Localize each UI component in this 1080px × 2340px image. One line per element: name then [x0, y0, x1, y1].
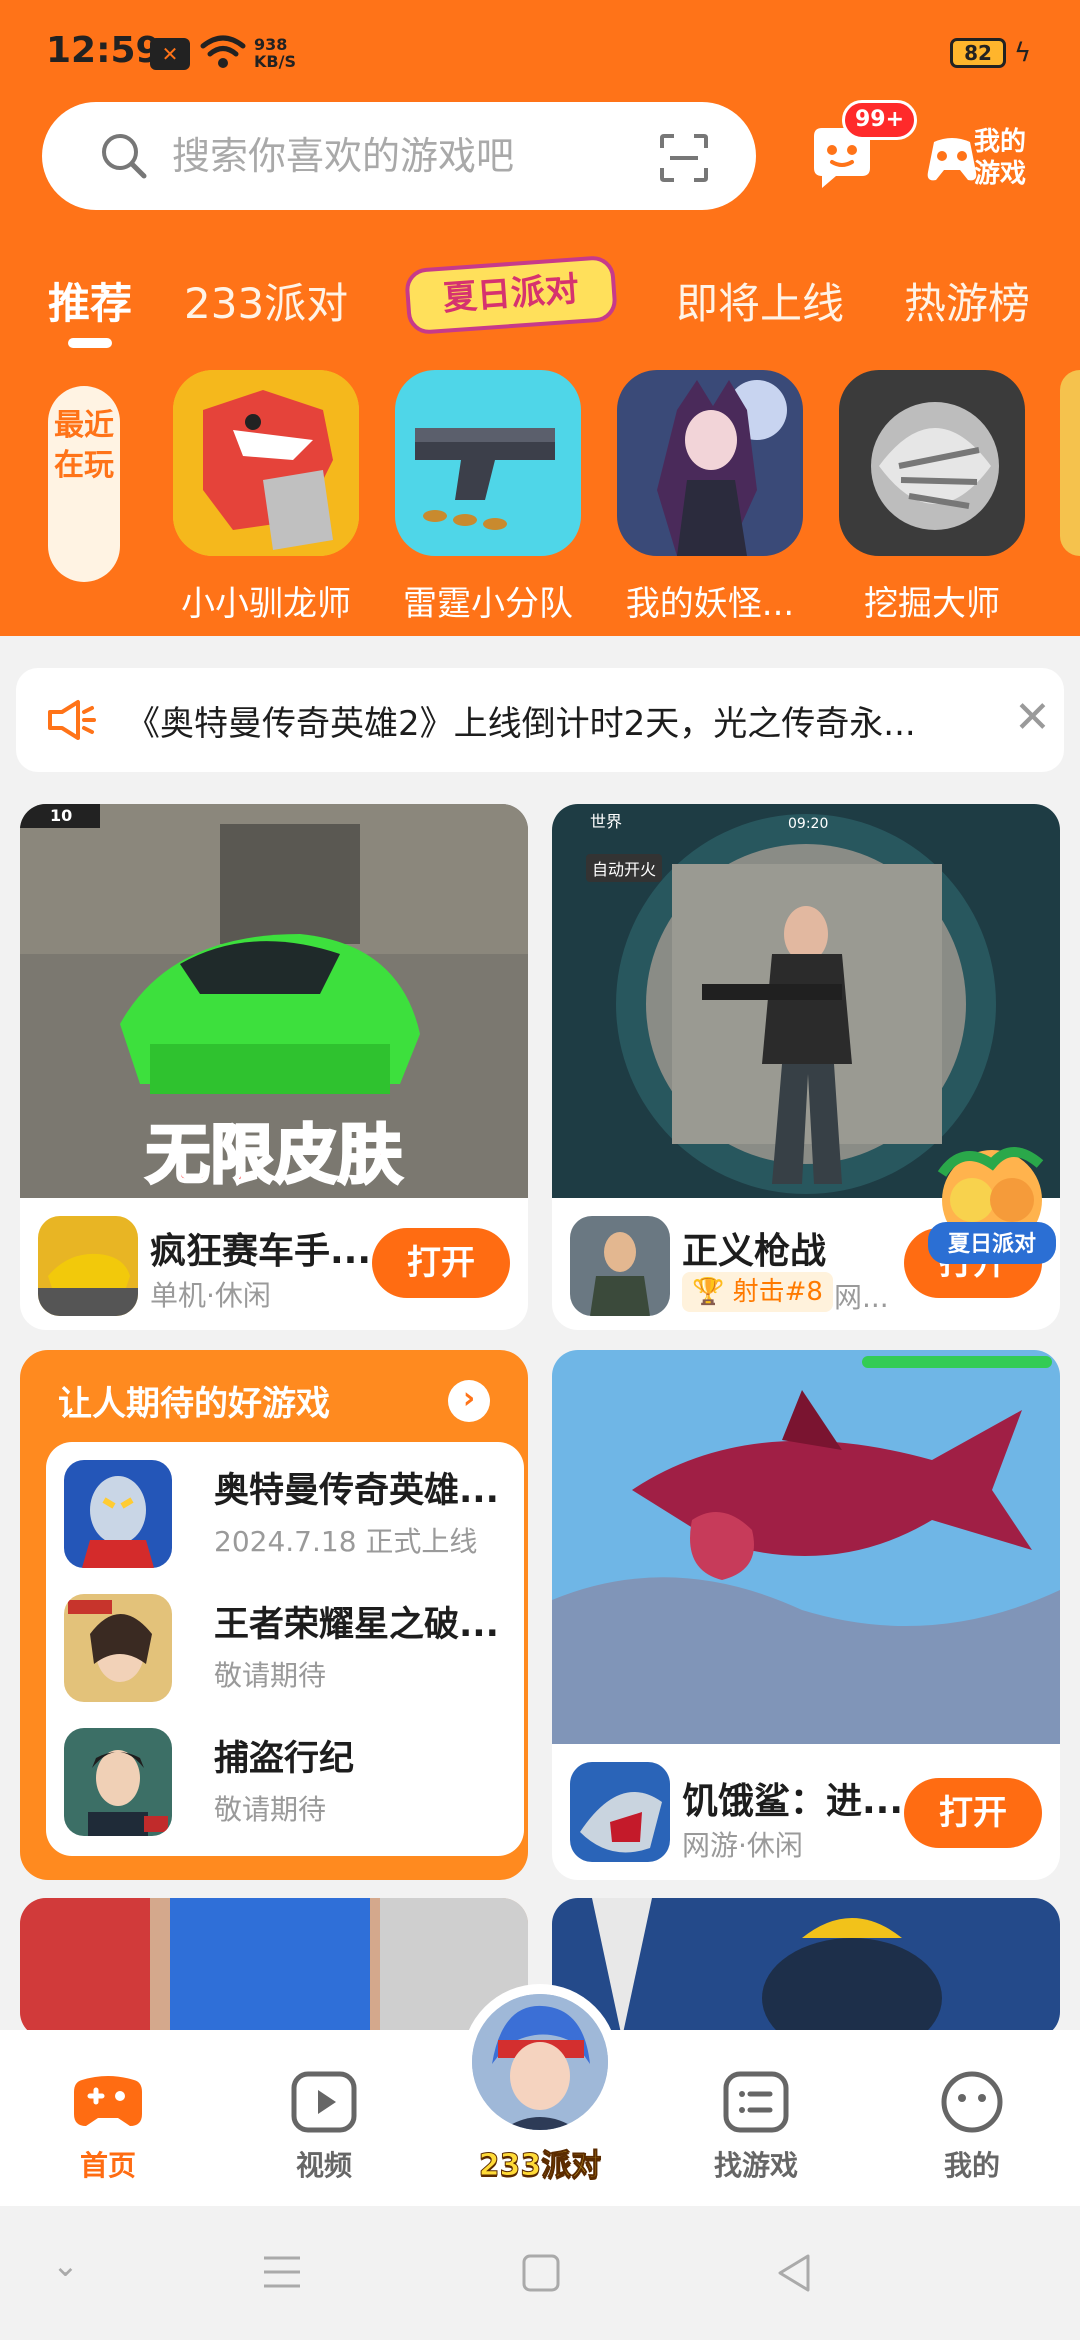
status-bar: 12:59 ✕ 938 KB/S 82 ϟ — [0, 0, 1080, 100]
system-navigation-bar: ⌄ — [0, 2206, 1080, 2340]
game-icon — [64, 1594, 172, 1702]
chevron-right-icon[interactable]: › — [448, 1380, 490, 1422]
nav-233-party[interactable]: 233派对 — [462, 1984, 618, 2184]
game-icon — [395, 370, 581, 556]
tab-summer-party[interactable]: 夏日派对 — [403, 254, 619, 336]
game-icon — [570, 1762, 670, 1862]
announcement-text: 《奥特曼传奇英雄2》上线倒计时2天，光之传奇永... — [126, 704, 916, 744]
upcoming-list: 奥特曼传奇英雄... 2024.7.18 正式上线 王者荣耀星之破... 敬请期… — [46, 1442, 524, 1856]
game-tags: 网... — [834, 1281, 889, 1314]
game-name: 王者荣耀星之破... — [214, 1605, 499, 1645]
game-card[interactable]: 世界 自动开火 09:20 正义枪战 🏆 射击#8 网... 打开 夏日派对 — [552, 804, 1060, 1330]
list-item[interactable]: 捕盗行纪 敬请期待 — [46, 1716, 524, 1836]
home-square-icon[interactable] — [522, 2254, 560, 2292]
game-icon — [64, 1728, 172, 1836]
tab-coming-soon[interactable]: 即将上线 — [676, 270, 844, 331]
game-card[interactable]: 10 无限皮肤 疯狂赛车手... 单机·休闲 打开 — [20, 804, 528, 1330]
list-item[interactable]: 王者荣耀星之破... 敬请期待 — [46, 1582, 524, 1702]
wifi-icon — [200, 35, 246, 68]
tab-recommend[interactable]: 推荐 — [48, 270, 132, 331]
notification-icon: ✕ — [150, 38, 190, 70]
game-screenshot — [552, 1898, 1060, 2038]
menu-icon[interactable] — [262, 2254, 302, 2290]
game-tags: 网游·休闲 — [682, 1829, 803, 1862]
hud-title: 世界 — [590, 812, 623, 831]
scan-icon[interactable] — [658, 132, 710, 184]
game-card-partial[interactable] — [20, 1898, 528, 2038]
search-bar[interactable] — [42, 102, 756, 210]
trophy-icon: 🏆 — [692, 1277, 725, 1307]
tab-233-party[interactable]: 233派对 — [184, 270, 348, 331]
game-icon — [173, 370, 359, 556]
game-screenshot — [552, 1350, 1060, 1744]
game-icon — [839, 370, 1025, 556]
my-games-button[interactable]: 我的 游戏 — [924, 122, 1044, 200]
gamepad-icon — [74, 2076, 142, 2126]
panel-title: 让人期待的好游戏 — [58, 1384, 330, 1424]
recent-game-4[interactable]: 挖掘大师 — [832, 370, 1032, 625]
recent-game-name: 挖掘大师 — [864, 584, 1000, 624]
screenshot-overlay-text: 无限皮肤 — [145, 1118, 404, 1195]
avatar — [472, 1994, 608, 2130]
game-name: 奥特曼传奇英雄... — [214, 1471, 499, 1511]
battery-indicator: 82 — [950, 38, 1006, 68]
game-name: 疯狂赛车手... — [150, 1231, 372, 1272]
release-info: 2024.7.18 正式上线 — [214, 1525, 478, 1558]
speaker-icon — [48, 700, 96, 740]
game-icon — [617, 370, 803, 556]
face-icon — [941, 2071, 1003, 2133]
recent-game-5-partial[interactable] — [1060, 370, 1080, 556]
recent-game-3[interactable]: 我的妖怪... — [610, 370, 810, 625]
net-speed: 938 KB/S — [254, 35, 296, 71]
game-tags: 单机·休闲 — [150, 1279, 271, 1312]
chevron-down-icon[interactable]: ⌄ — [52, 2246, 79, 2284]
recent-game-name: 小小驯龙师 — [181, 584, 351, 624]
charging-icon: ϟ — [1014, 38, 1032, 68]
game-icon — [570, 1216, 670, 1316]
recent-game-name: 雷霆小分队 — [403, 584, 573, 624]
message-badge: 99+ — [842, 100, 918, 140]
release-info: 敬请期待 — [214, 1793, 327, 1826]
game-screenshot: 10 无限皮肤 — [20, 804, 528, 1198]
tab-active-indicator — [68, 338, 112, 348]
game-icon — [64, 1460, 172, 1568]
card-corner-tag: 10 — [50, 806, 73, 825]
game-name: 正义枪战 — [682, 1231, 827, 1272]
game-screenshot — [20, 1898, 528, 2038]
hud-auto-fire: 自动开火 — [586, 854, 663, 882]
list-icon — [723, 2071, 789, 2133]
open-game-button[interactable]: 打开 — [372, 1228, 510, 1298]
back-icon[interactable] — [776, 2252, 812, 2294]
game-name: 饥饿鲨：进... — [682, 1781, 904, 1822]
upcoming-games-panel[interactable]: 让人期待的好游戏 › 奥特曼传奇英雄... 2024.7.18 正式上线 王者荣… — [20, 1350, 528, 1880]
close-icon[interactable]: ✕ — [1014, 696, 1051, 740]
game-name: 捕盗行纪 — [214, 1739, 355, 1779]
search-icon — [102, 134, 147, 179]
summer-party-badge[interactable]: 夏日派对 — [922, 1134, 1060, 1274]
gamepad-icon — [927, 138, 977, 181]
recent-game-1[interactable]: 小小驯龙师 — [166, 370, 366, 625]
status-time: 12:59 — [46, 30, 161, 71]
list-item[interactable]: 奥特曼传奇英雄... 2024.7.18 正式上线 — [46, 1448, 524, 1568]
hud-time: 09:20 — [788, 816, 829, 832]
play-icon — [291, 2071, 357, 2133]
announcement-banner[interactable]: 《奥特曼传奇英雄2》上线倒计时2天，光之传奇永... ✕ — [16, 668, 1064, 772]
open-game-button[interactable]: 打开 — [904, 1778, 1042, 1848]
search-input[interactable] — [172, 126, 652, 186]
tab-hot-list[interactable]: 热游榜 — [904, 270, 1030, 331]
game-card[interactable]: 饥饿鲨：进... 网游·休闲 打开 — [552, 1350, 1060, 1880]
recent-played-label: 最近在玩 — [48, 386, 120, 582]
game-card-partial[interactable] — [552, 1898, 1060, 2038]
release-info: 敬请期待 — [214, 1659, 327, 1692]
nav-video[interactable]: 视频 — [264, 2070, 384, 2184]
nav-find-games[interactable]: 找游戏 — [696, 2070, 816, 2184]
nav-home[interactable]: 首页 — [48, 2070, 168, 2184]
rank-badge: 🏆 射击#8 — [682, 1272, 833, 1312]
recent-game-name: 我的妖怪... — [625, 584, 795, 624]
game-icon — [38, 1216, 138, 1316]
recent-game-2[interactable]: 雷霆小分队 — [388, 370, 588, 625]
nav-mine[interactable]: 我的 — [912, 2070, 1032, 2184]
